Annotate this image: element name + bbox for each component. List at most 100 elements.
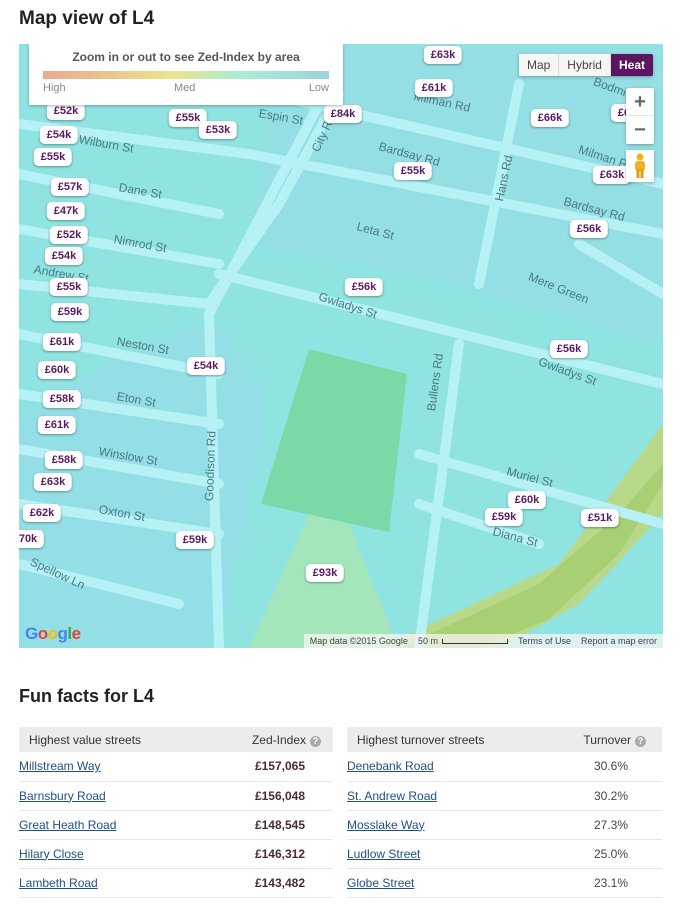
map-type-map[interactable]: Map xyxy=(518,54,560,76)
turnover-header: Turnover xyxy=(583,732,631,747)
col-header: Highest turnover streets xyxy=(347,727,544,752)
price-marker[interactable]: £93k xyxy=(305,564,345,582)
street-cell: Lambeth Road xyxy=(19,868,205,898)
street-cell: Millstream Way xyxy=(19,752,205,782)
help-icon[interactable]: ? xyxy=(635,735,646,747)
value-cell: 23.1% xyxy=(543,868,662,898)
table-row: Denebank Road 30.6% xyxy=(347,752,662,782)
map-type-control: Map Hybrid Heat xyxy=(518,54,653,76)
value-cell: £157,065 xyxy=(204,752,333,782)
price-marker[interactable]: £60k xyxy=(37,361,77,379)
facts-title: Fun facts for L4 xyxy=(19,686,155,706)
price-marker[interactable]: £55k xyxy=(49,278,89,296)
highest-turnover-table: Highest turnover streets Turnover? Deneb… xyxy=(347,727,662,898)
price-marker[interactable]: £59k xyxy=(175,531,215,549)
price-marker[interactable]: £56k xyxy=(549,340,589,358)
map-type-heat[interactable]: Heat xyxy=(610,54,653,76)
street-link[interactable]: Millstream Way xyxy=(19,759,101,773)
zed-index-header: Zed-Index xyxy=(251,732,306,747)
price-marker[interactable]: £61k xyxy=(42,333,82,351)
price-marker[interactable]: £52k xyxy=(49,226,89,244)
price-marker[interactable]: £58k xyxy=(44,451,84,469)
table-row: Mosslake Way 27.3% xyxy=(347,810,662,840)
street-cell: Denebank Road xyxy=(347,752,544,782)
price-marker[interactable]: £84k xyxy=(323,105,363,123)
price-marker[interactable]: £60k xyxy=(507,491,547,509)
legend-gradient xyxy=(43,71,329,79)
report-error-link[interactable]: Report a map error xyxy=(581,636,657,646)
help-icon[interactable]: ? xyxy=(310,735,321,747)
zoom-control: + − xyxy=(626,88,654,144)
value-cell: £146,312 xyxy=(204,839,333,869)
street-cell: Barnsbury Road xyxy=(19,781,205,811)
price-marker[interactable]: £54k xyxy=(186,357,226,375)
price-marker[interactable]: £56k xyxy=(344,278,384,296)
street-link[interactable]: Lambeth Road xyxy=(19,876,98,890)
price-marker[interactable]: £55k xyxy=(393,162,433,180)
street-link[interactable]: Great Heath Road xyxy=(19,818,116,832)
price-marker[interactable]: £54k xyxy=(39,126,79,144)
table-row: Great Heath Road £148,545 xyxy=(19,810,333,840)
scale-bar xyxy=(441,638,508,644)
value-cell: £156,048 xyxy=(204,781,333,811)
street-cell: Mosslake Way xyxy=(347,810,544,840)
value-cell: 27.3% xyxy=(543,810,662,840)
value-cell: £148,545 xyxy=(204,810,333,840)
zoom-in-button[interactable]: + xyxy=(626,88,654,116)
street-label: Goodison Rd xyxy=(202,430,219,502)
table-row: St. Andrew Road 30.2% xyxy=(347,781,662,811)
price-marker[interactable]: 70k xyxy=(19,530,45,548)
street-link[interactable]: Ludlow Street xyxy=(347,847,420,861)
price-marker[interactable]: £56k xyxy=(569,220,609,238)
price-marker[interactable]: £66k xyxy=(530,109,570,127)
price-marker[interactable]: £55k xyxy=(33,148,73,166)
price-marker[interactable]: £54k xyxy=(44,247,84,265)
price-marker[interactable]: £61k xyxy=(414,79,454,97)
price-marker[interactable]: £53k xyxy=(198,121,238,139)
street-link[interactable]: Hilary Close xyxy=(19,847,84,861)
value-cell: 30.6% xyxy=(543,752,662,782)
street-cell: Globe Street xyxy=(347,868,544,898)
table-row: Millstream Way £157,065 xyxy=(19,752,333,782)
price-marker[interactable]: £62k xyxy=(22,504,62,522)
price-marker[interactable]: £63k xyxy=(33,473,73,491)
price-marker[interactable]: £61k xyxy=(37,416,77,434)
street-cell: Hilary Close xyxy=(19,839,205,869)
google-logo: Google xyxy=(25,624,81,643)
price-marker[interactable]: £58k xyxy=(42,390,82,408)
price-marker[interactable]: £63k xyxy=(423,46,463,64)
table-row: Barnsbury Road £156,048 xyxy=(19,781,333,811)
price-marker[interactable]: £59k xyxy=(50,303,90,321)
value-cell: £143,482 xyxy=(204,868,333,898)
map-attribution: Map data ©2015 Google 50 m Terms of Use … xyxy=(303,634,663,648)
map-type-hybrid[interactable]: Hybrid xyxy=(559,54,611,76)
street-link[interactable]: Mosslake Way xyxy=(347,818,425,832)
street-link[interactable]: Globe Street xyxy=(347,876,414,890)
scale-label: 50 m xyxy=(417,636,438,646)
col-header: Turnover? xyxy=(543,727,662,752)
street-view-pegman-icon[interactable] xyxy=(626,150,654,182)
price-marker[interactable]: £47k xyxy=(46,202,86,220)
highest-value-table: Highest value streets Zed-Index? Millstr… xyxy=(19,727,333,898)
legend-med: Med xyxy=(174,82,196,94)
price-marker[interactable]: £57k xyxy=(50,178,90,196)
map-data-text: Map data ©2015 Google xyxy=(309,636,408,646)
zoom-out-button[interactable]: − xyxy=(626,116,654,144)
terms-link[interactable]: Terms of Use xyxy=(518,636,571,646)
legend-title: Zoom in or out to see Zed-Index by area xyxy=(72,50,300,64)
value-cell: 30.2% xyxy=(543,781,662,811)
street-link[interactable]: Denebank Road xyxy=(347,759,434,773)
street-link[interactable]: Barnsbury Road xyxy=(19,789,106,803)
table-row: Globe Street 23.1% xyxy=(347,868,662,898)
value-cell: 25.0% xyxy=(543,839,662,869)
street-cell: St. Andrew Road xyxy=(347,781,544,811)
price-marker[interactable]: £51k xyxy=(580,509,620,527)
street-cell: Ludlow Street xyxy=(347,839,544,869)
table-row: Lambeth Road £143,482 xyxy=(19,868,333,898)
price-marker[interactable]: £59k xyxy=(484,508,524,526)
street-link[interactable]: St. Andrew Road xyxy=(347,789,437,803)
map-title: Map view of L4 xyxy=(19,8,155,29)
legend-high: High xyxy=(43,82,66,94)
heat-map[interactable]: Wilburn St Dane St Nimrod St Andrew St N… xyxy=(19,44,663,648)
street-cell: Great Heath Road xyxy=(19,810,205,840)
